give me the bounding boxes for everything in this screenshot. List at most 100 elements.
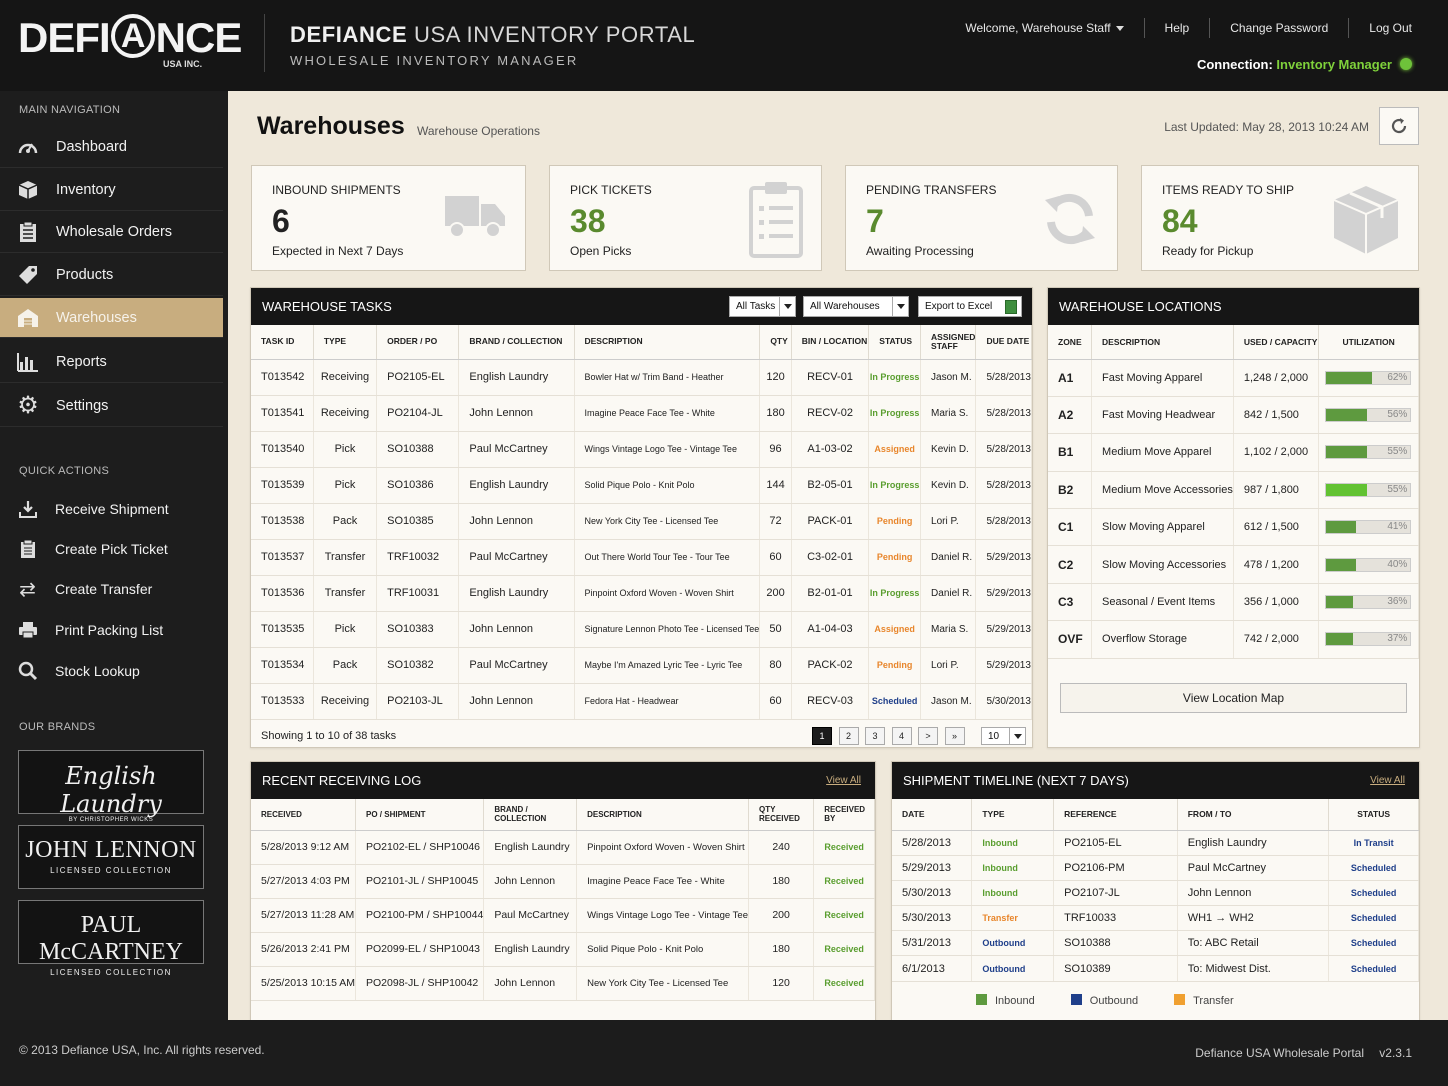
- table-row[interactable]: 5/30/2013 Inbound PO2107-JL John Lennon Sche…: [892, 880, 1419, 907]
- filter-tasks-select[interactable]: All Tasks: [729, 296, 796, 317]
- table-row[interactable]: T013539 Pick SO10386 English Laundry Solid P…: [251, 467, 1032, 504]
- help-link[interactable]: Help: [1143, 18, 1210, 38]
- clipboard-icon: [749, 180, 803, 263]
- table-row[interactable]: 6/1/2013 Outbound SO10389 To: Midwest Dist.…: [892, 955, 1419, 982]
- table-row[interactable]: 5/27/2013 11:28 AM PO2100-PM / SHP10044 Pa…: [251, 898, 875, 933]
- table-row[interactable]: B2 Medium Move Accessories 987 / 1,800 55%: [1048, 471, 1419, 510]
- defiance-logo[interactable]: DEFI A NCE: [18, 14, 242, 62]
- table-row[interactable]: OVF Overflow Storage 742 / 2,000 37%: [1048, 620, 1419, 659]
- column-header[interactable]: BIN / LOCATION: [791, 325, 870, 360]
- stat-card-items-ready-to-ship[interactable]: ITEMS READY TO SHIP 84 Ready for Pickup: [1141, 165, 1419, 271]
- column-header[interactable]: ZONE: [1048, 325, 1093, 360]
- column-header[interactable]: PO / SHIPMENT: [355, 799, 485, 831]
- column-header[interactable]: TYPE: [313, 325, 378, 360]
- table-row[interactable]: T013536 Transfer TRF10031 English Laundry Pi…: [251, 575, 1032, 612]
- stat-card-inbound-shipments[interactable]: INBOUND SHIPMENTS 6 Expected in Next 7 D…: [251, 165, 526, 271]
- table-row[interactable]: T013537 Transfer TRF10032 Paul McCartney Out…: [251, 539, 1032, 576]
- quick-action-create-transfer[interactable]: ⇄ Create Transfer: [0, 569, 223, 609]
- column-header[interactable]: DATE: [892, 799, 973, 831]
- column-header[interactable]: STATUS: [868, 325, 922, 360]
- view-location-map-button[interactable]: View Location Map: [1060, 683, 1407, 713]
- table-row[interactable]: 5/26/2013 2:41 PM PO2099-EL / SHP10043 Eng…: [251, 932, 875, 967]
- pagination-button[interactable]: 1: [812, 727, 832, 745]
- table-cell: 5/27/2013 4:03 PM: [251, 864, 356, 899]
- table-row[interactable]: 5/25/2013 10:15 AM PO2098-JL / SHP10042 Jo…: [251, 966, 875, 1001]
- table-cell: 80: [759, 647, 792, 684]
- stat-card-pick-tickets[interactable]: PICK TICKETS 38 Open Picks: [549, 165, 822, 271]
- pagination-button[interactable]: »: [944, 727, 965, 745]
- page-size-select[interactable]: 10: [981, 727, 1026, 745]
- column-header[interactable]: BRAND / COLLECTION: [483, 799, 578, 831]
- nav-item-products[interactable]: Products: [0, 254, 223, 296]
- brand-english-laundry[interactable]: English Laundry BY CHRISTOPHER WICKS: [18, 750, 204, 823]
- table-row[interactable]: T013542 Receiving PO2105-EL English Laundry…: [251, 359, 1032, 396]
- pagination-button[interactable]: 4: [891, 727, 912, 745]
- table-row[interactable]: 5/31/2013 Outbound SO10388 To: ABC Retail Sc…: [892, 930, 1419, 957]
- table-row[interactable]: T013540 Pick SO10388 Paul McCartney Wings Vi…: [251, 431, 1032, 468]
- column-header[interactable]: TASK ID: [251, 325, 314, 360]
- quick-action-print-packing-list[interactable]: Print Packing List: [0, 610, 223, 650]
- bar-chart-icon: [0, 352, 56, 372]
- change-password-link[interactable]: Change Password: [1209, 18, 1348, 38]
- column-header[interactable]: STATUS: [1328, 799, 1419, 831]
- column-header[interactable]: BRAND / COLLECTION: [458, 325, 575, 360]
- column-header[interactable]: RECEIVED: [251, 799, 356, 831]
- logout-link[interactable]: Log Out: [1348, 18, 1448, 38]
- column-header[interactable]: TYPE: [971, 799, 1055, 831]
- table-row[interactable]: T013538 Pack SO10385 John Lennon New York Ci…: [251, 503, 1032, 540]
- column-header[interactable]: DESCRIPTION: [574, 325, 761, 360]
- nav-item-reports[interactable]: Reports: [0, 341, 223, 383]
- pagination-button[interactable]: >: [918, 727, 938, 745]
- column-header[interactable]: RECEIVED BY: [813, 799, 875, 831]
- nav-item-wholesale-orders[interactable]: Wholesale Orders: [0, 211, 223, 253]
- column-header[interactable]: QTY RECEIVED: [748, 799, 815, 831]
- table-row[interactable]: 5/27/2013 4:03 PM PO2101-JL / SHP10045 Joh…: [251, 864, 875, 899]
- column-header[interactable]: REFERENCE: [1053, 799, 1178, 831]
- nav-item-warehouses[interactable]: Warehouses: [0, 298, 223, 338]
- column-header[interactable]: USED / CAPACITY: [1233, 325, 1320, 360]
- table-row[interactable]: 5/28/2013 Inbound PO2105-EL English Laundry…: [892, 830, 1419, 856]
- column-header[interactable]: DESCRIPTION: [1091, 325, 1234, 360]
- quick-action-receive-shipment[interactable]: Receive Shipment: [0, 489, 223, 529]
- table-row[interactable]: A2 Fast Moving Headwear 842 / 1,500 56%: [1048, 396, 1419, 435]
- filter-warehouses-select[interactable]: All Warehouses: [803, 296, 909, 317]
- export-excel-button[interactable]: Export to Excel: [918, 296, 1022, 317]
- column-header[interactable]: DESCRIPTION: [576, 799, 749, 831]
- quick-action-stock-lookup[interactable]: Stock Lookup: [0, 651, 223, 691]
- column-header[interactable]: ASSIGNED STAFF: [920, 325, 977, 360]
- nav-item-inventory[interactable]: Inventory: [0, 169, 223, 211]
- table-row[interactable]: T013541 Receiving PO2104-JL John Lennon Imag…: [251, 395, 1032, 432]
- table-row[interactable]: 5/29/2013 Inbound PO2106-PM Paul McCartney S…: [892, 855, 1419, 881]
- table-row[interactable]: T013535 Pick SO10383 John Lennon Signature L…: [251, 611, 1032, 648]
- table-cell: John Lennon: [1177, 880, 1330, 907]
- stat-card-pending-transfers[interactable]: PENDING TRANSFERS 7 Awaiting Processing: [845, 165, 1118, 271]
- column-header[interactable]: QTY: [759, 325, 792, 360]
- timeline-view-all-link[interactable]: View All: [1370, 775, 1405, 786]
- welcome-menu[interactable]: Welcome, Warehouse Staff: [945, 18, 1143, 38]
- column-header[interactable]: FROM / TO: [1177, 799, 1330, 831]
- table-row[interactable]: 5/30/2013 Transfer TRF10033 WH1 → WH2 Schedu…: [892, 905, 1419, 932]
- table-row[interactable]: A1 Fast Moving Apparel 1,248 / 2,000 62%: [1048, 359, 1419, 397]
- column-header[interactable]: ORDER / PO: [376, 325, 460, 360]
- table-row[interactable]: T013533 Receiving PO2103-JL John Lennon Fedo…: [251, 683, 1032, 720]
- pagination-button[interactable]: 3: [865, 727, 885, 745]
- nav-item-settings[interactable]: ⚙ Settings: [0, 385, 223, 427]
- brand-paul-mccartney[interactable]: PAUL McCARTNEY LICENSED COLLECTION: [18, 900, 204, 977]
- column-header[interactable]: DUE DATE: [975, 325, 1032, 360]
- table-row[interactable]: 5/28/2013 9:12 AM PO2102-EL / SHP10046 Eng…: [251, 830, 875, 865]
- refresh-button[interactable]: [1379, 107, 1419, 145]
- utilization-bar: 36%: [1325, 595, 1412, 610]
- table-row[interactable]: C2 Slow Moving Accessories 478 / 1,200 40%: [1048, 545, 1419, 584]
- quick-action-create-pick-ticket[interactable]: Create Pick Ticket: [0, 529, 223, 569]
- column-header[interactable]: UTILIZATION: [1318, 325, 1419, 360]
- table-cell: T013534: [251, 647, 314, 684]
- receiving-view-all-link[interactable]: View All: [826, 775, 861, 786]
- table-row[interactable]: B1 Medium Move Apparel 1,102 / 2,000 55%: [1048, 433, 1419, 472]
- nav-item-dashboard[interactable]: Dashboard: [0, 126, 223, 168]
- brand-john-lennon[interactable]: JOHN LENNON LICENSED COLLECTION: [18, 825, 204, 889]
- pagination-button[interactable]: 2: [838, 727, 859, 745]
- utilization-bar: 55%: [1325, 445, 1412, 460]
- table-row[interactable]: C1 Slow Moving Apparel 612 / 1,500 41%: [1048, 508, 1419, 547]
- table-row[interactable]: T013534 Pack SO10382 Paul McCartney Maybe I'…: [251, 647, 1032, 684]
- table-row[interactable]: C3 Seasonal / Event Items 356 / 1,000 36%: [1048, 583, 1419, 622]
